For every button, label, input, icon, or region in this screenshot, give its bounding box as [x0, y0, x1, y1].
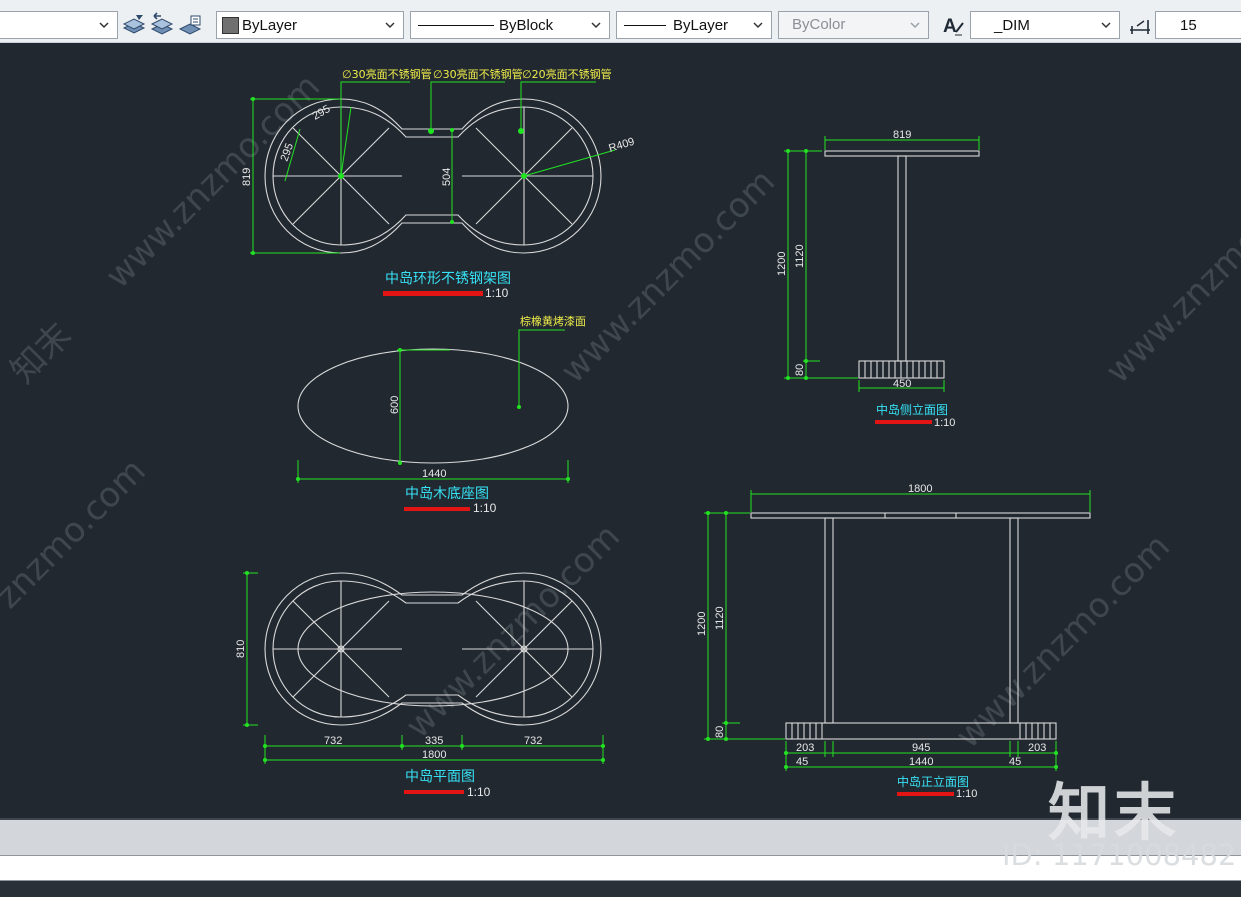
dim-style-value: _DIM: [994, 17, 1030, 34]
linetype-sample: [418, 25, 494, 26]
dim-front-total: 1440: [909, 756, 933, 768]
linetype-dropdown[interactable]: ByBlock: [410, 11, 610, 39]
dim-base-width: 1440: [422, 468, 446, 480]
dim-plan-depth: 810: [235, 640, 247, 658]
lineweight-value: ByLayer: [673, 17, 729, 34]
dim-front-mid: 945: [912, 742, 930, 754]
frame-title: 中岛环形不锈钢架图: [385, 271, 511, 287]
base-title-underline: [404, 507, 470, 511]
dim-plan-mid: 335: [425, 735, 443, 747]
layer-state-icon[interactable]: [177, 12, 203, 38]
status-bar: [0, 881, 1241, 897]
front-geometry: [750, 512, 1091, 740]
side-elevation-view[interactable]: 819 1200 1120 80 450 中岛侧立面图 1:10: [776, 129, 980, 429]
front-scale: 1:10: [956, 788, 977, 800]
dim-plan-right: 732: [524, 735, 542, 747]
svg-text:www.znzmo.com: www.znzmo.com: [98, 66, 328, 296]
dim-scale-value: 15: [1180, 17, 1197, 34]
lineweight-sample: [624, 25, 666, 26]
wood-base-view[interactable]: 600 1440 棕橡黄烤漆面 中岛木底座图 1:10: [296, 314, 586, 515]
dim-front-height: 1200: [696, 612, 708, 636]
plan-title: 中岛平面图: [405, 769, 475, 785]
base-scale: 1:10: [473, 501, 497, 515]
plot-style-value: ByColor: [792, 16, 846, 33]
chevron-down-icon: [753, 22, 763, 29]
drawing-canvas[interactable]: .geo{fill:none;stroke:#d9d9d9;stroke-wid…: [0, 42, 1241, 818]
svg-text:www.znzmo.com: www.znzmo.com: [398, 516, 628, 746]
base-ellipse: [297, 348, 569, 464]
base-title: 中岛木底座图: [405, 486, 489, 502]
svg-text:znzmo.com: znzmo.com: [0, 451, 154, 616]
dim-side-top: 819: [893, 129, 911, 141]
base-callout: 棕橡黄烤漆面: [520, 314, 586, 328]
side-dimensions: [784, 136, 980, 392]
dim-plan-left: 732: [324, 735, 342, 747]
chevron-down-icon: [99, 22, 109, 29]
svg-text:www.znzmo.com: www.znzmo.com: [553, 161, 783, 391]
dim-front-r: 203: [1028, 742, 1046, 754]
layer-dropdown[interactable]: [0, 11, 118, 39]
base-dimensions: [297, 329, 569, 483]
dim-side-base: 450: [893, 378, 911, 390]
svg-text:A: A: [943, 16, 957, 37]
properties-toolbar: ByLayer ByBlock ByLayer ByColor A _DIM 1…: [0, 0, 1241, 43]
background-watermark: 知末 www.znzmo.com www.znzmo.com www.znzmo…: [0, 66, 1241, 756]
chevron-down-icon: [1101, 22, 1111, 29]
color-dropdown[interactable]: ByLayer: [216, 11, 404, 39]
dim-front-inner: 1120: [714, 606, 726, 630]
dim-neck: 504: [441, 168, 453, 186]
front-title: 中岛正立面图: [897, 774, 969, 789]
side-title: 中岛侧立面图: [876, 402, 948, 417]
dim-plan-total: 1800: [422, 749, 446, 761]
dim-front-top: 1800: [908, 483, 932, 495]
side-geometry: [824, 150, 980, 379]
linetype-value: ByBlock: [499, 17, 554, 34]
layer-previous-icon[interactable]: [149, 12, 175, 38]
frame-title-underline: [383, 291, 483, 296]
dim-front-l2: 45: [796, 756, 808, 768]
frame-scale: 1:10: [485, 286, 509, 300]
front-title-underline: [897, 792, 954, 796]
frame-callout-3: ∅20亮面不锈钢管: [522, 67, 612, 81]
dim-side-inner: 1120: [794, 244, 806, 268]
dim-scale-input[interactable]: 15: [1155, 11, 1241, 39]
dim-r: R409: [607, 136, 636, 155]
svg-text:www.znzmo.com: www.znzmo.com: [1098, 161, 1241, 391]
plot-style-dropdown[interactable]: ByColor: [778, 11, 929, 39]
front-dim-dots: [706, 511, 1058, 769]
dim-side-foot: 80: [794, 364, 806, 376]
dim-base-depth: 600: [389, 396, 401, 414]
color-swatch: [222, 17, 239, 34]
plan-scale: 1:10: [467, 785, 491, 799]
frame-callout-1: ∅30亮面不锈钢管: [342, 67, 432, 81]
watermark-id: ID: 1171008482: [1002, 838, 1237, 872]
dimension-scale-icon[interactable]: [1127, 12, 1153, 38]
chevron-down-icon: [591, 22, 601, 29]
text-style-icon[interactable]: A: [940, 12, 966, 38]
layer-match-icon[interactable]: [121, 12, 147, 38]
plan-title-underline: [404, 790, 464, 794]
chevron-down-icon: [385, 22, 395, 29]
watermark-text: 知末: [3, 315, 79, 391]
dim-front-l: 203: [796, 742, 814, 754]
svg-text:www.znzmo.com: www.znzmo.com: [948, 526, 1178, 756]
dim-height: 819: [241, 168, 253, 186]
dim-radius-b: 295: [279, 142, 297, 163]
dim-front-foot: 80: [714, 726, 726, 738]
dim-style-dropdown[interactable]: _DIM: [970, 11, 1120, 39]
front-elevation-view[interactable]: 1800 1200 1120 80 203 945 203 45 1440 45…: [696, 483, 1091, 800]
color-value: ByLayer: [242, 17, 298, 34]
side-title-underline: [875, 420, 932, 424]
side-scale: 1:10: [934, 417, 955, 429]
lineweight-dropdown[interactable]: ByLayer: [616, 11, 772, 39]
dim-front-r2: 45: [1009, 756, 1021, 768]
base-dim-dots: [296, 348, 570, 481]
chevron-down-icon: [910, 22, 920, 29]
frame-callout-2: ∅30亮面不锈钢管: [433, 67, 523, 81]
dim-side-height: 1200: [776, 252, 788, 276]
